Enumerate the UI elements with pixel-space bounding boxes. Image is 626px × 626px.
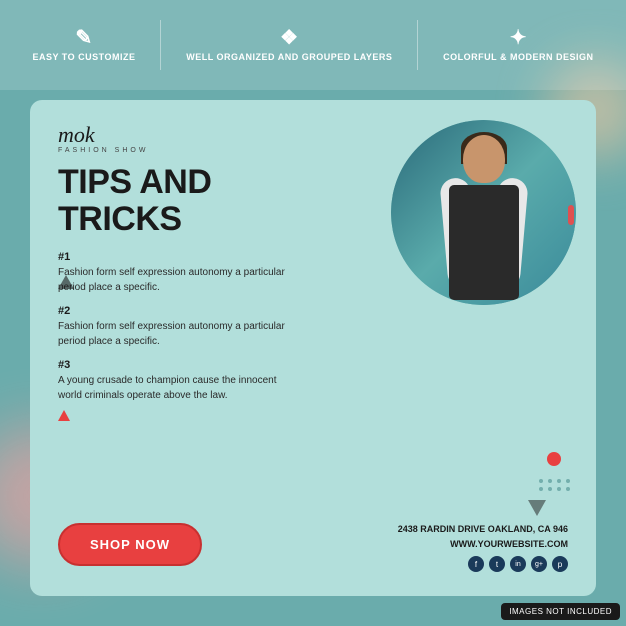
top-banner: ✎ EASY TO CUSTOMIZE ❖ WELL ORGANIZED AND… <box>0 0 626 90</box>
social-googleplus[interactable]: g+ <box>531 556 547 572</box>
photo-placeholder <box>391 120 576 305</box>
figure-coat <box>449 185 519 300</box>
main-card: mok FASHION SHOW TIPS AN <box>30 100 596 596</box>
banner-label-layers: WELL ORGANIZED AND GROUPED LAYERS <box>186 52 392 62</box>
dot-grid-decoration <box>539 479 571 491</box>
tip-item-3: #3 A young crusade to champion cause the… <box>58 359 568 403</box>
banner-label-customize: EASY TO CUSTOMIZE <box>32 52 135 62</box>
dot-6 <box>548 487 552 491</box>
tip-number-3: #3 <box>58 359 568 371</box>
triangle-decoration-left <box>58 275 74 289</box>
tip-text-3: A young crusade to champion cause the in… <box>58 373 298 403</box>
red-dash-decoration <box>568 205 574 225</box>
dot-7 <box>557 487 561 491</box>
photo-circle <box>391 120 576 305</box>
banner-divider-1 <box>160 20 161 70</box>
social-linkedin[interactable]: in <box>510 556 526 572</box>
tip-text-2: Fashion form self expression autonomy a … <box>58 319 298 349</box>
footer-address: 2438 RARDIN DRIVE OAKLAND, CA 946 WWW.YO… <box>398 522 568 551</box>
banner-item-customize: ✎ EASY TO CUSTOMIZE <box>32 28 135 62</box>
banner-label-design: COLORFUL & MODERN DESIGN <box>443 52 593 62</box>
dot-5 <box>539 487 543 491</box>
footer-address-line1: 2438 RARDIN DRIVE OAKLAND, CA 946 <box>398 522 568 536</box>
banner-item-layers: ❖ WELL ORGANIZED AND GROUPED LAYERS <box>186 28 392 62</box>
social-icons: f t in g+ p <box>398 556 568 572</box>
dot-8 <box>566 487 570 491</box>
images-not-included-badge: IMAGES NOT INCLUDED <box>501 603 620 620</box>
tip-text-1: Fashion form self expression autonomy a … <box>58 265 298 295</box>
dot-2 <box>548 479 552 483</box>
social-twitter[interactable]: t <box>489 556 505 572</box>
customize-icon: ✎ <box>75 28 92 48</box>
design-icon: ✦ <box>510 28 527 48</box>
figure <box>429 130 539 305</box>
tip-number-2: #2 <box>58 305 568 317</box>
footer-address-line2: WWW.YOURWEBSITE.COM <box>398 537 568 551</box>
dot-1 <box>539 479 543 483</box>
shop-now-button[interactable]: SHOP NOW <box>58 523 202 566</box>
banner-divider-2 <box>417 20 418 70</box>
banner-item-design: ✦ COLORFUL & MODERN DESIGN <box>443 28 593 62</box>
logo: mok FASHION SHOW <box>58 124 148 154</box>
footer-info: 2438 RARDIN DRIVE OAKLAND, CA 946 WWW.YO… <box>398 522 568 572</box>
social-facebook[interactable]: f <box>468 556 484 572</box>
dot-4 <box>566 479 570 483</box>
dot-3 <box>557 479 561 483</box>
logo-text: mok <box>58 124 148 146</box>
social-pinterest[interactable]: p <box>552 556 568 572</box>
triangle-decoration-right <box>528 500 546 516</box>
small-triangle-decoration <box>58 410 70 421</box>
figure-head <box>463 135 505 183</box>
layers-icon: ❖ <box>280 28 298 48</box>
logo-subtitle: FASHION SHOW <box>58 147 148 154</box>
red-dot-decoration <box>547 452 561 466</box>
tip-item-2: #2 Fashion form self expression autonomy… <box>58 305 568 349</box>
